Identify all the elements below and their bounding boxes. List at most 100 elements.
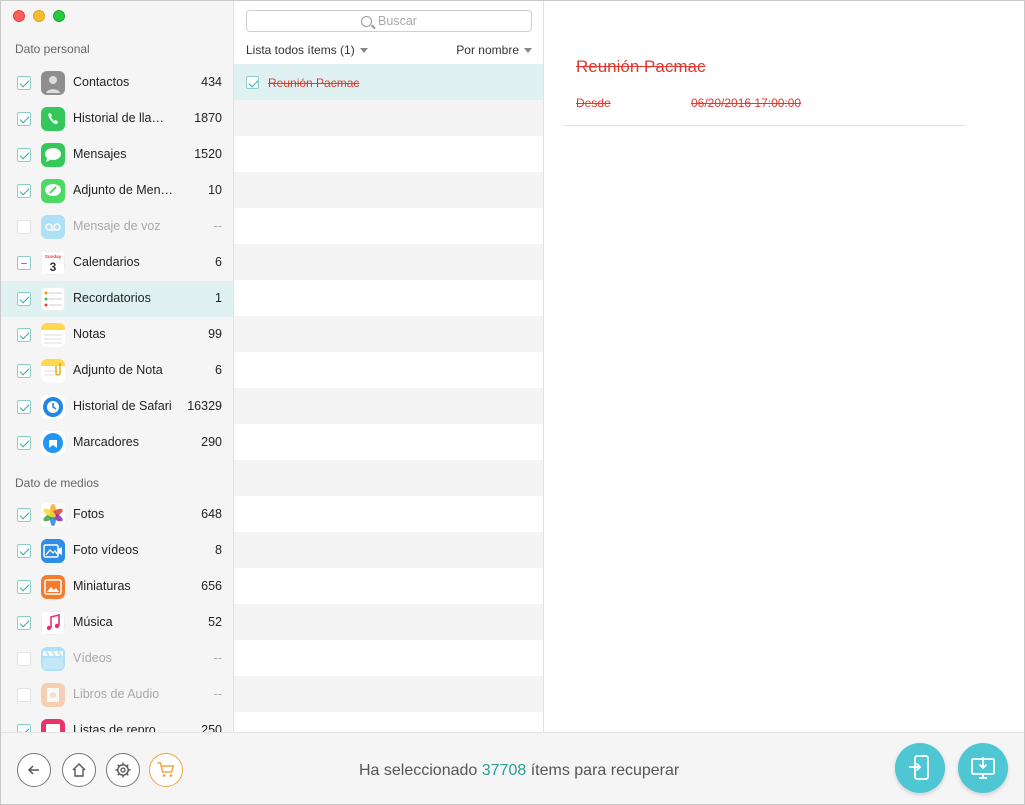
sidebar-item-label: Contactos [73,75,130,89]
sidebar-item-label: Historial de lla… [73,111,165,125]
home-button[interactable] [62,753,96,787]
search-input[interactable]: Buscar [246,10,532,32]
cart-button[interactable] [149,753,183,787]
sidebar-item[interactable]: Miniaturas 656 [1,569,233,605]
category-checkbox[interactable] [17,616,31,630]
sidebar-item[interactable]: Música 52 [1,605,233,641]
list-item[interactable]: Reunión Pacmac [234,64,543,100]
gear-icon [115,762,131,778]
empty-row [234,208,543,244]
sidebar-item[interactable]: Sunday 3 Calendarios 6 [1,245,233,281]
sidebar-item[interactable]: Mensaje de voz -- [1,209,233,245]
calendar-icon: Sunday 3 [41,251,65,275]
list-header: Lista todos ítems (1) Por nombre [246,43,532,61]
list-filter-label: Lista todos ítems (1) [246,43,355,57]
sidebar-item[interactable]: Foto vídeos 8 [1,533,233,569]
detail-from-label: Desde [576,96,611,110]
sidebar-item-label: Adjunto de Men… [73,183,174,197]
recover-to-computer-button[interactable] [958,743,1008,793]
sidebar-item[interactable]: Notas 99 [1,317,233,353]
sidebar-item-count: 6 [215,363,222,377]
sidebar-item-label: Listas de repro… [73,723,169,732]
sidebar-item[interactable]: Vídeos -- [1,641,233,677]
selected-count: 37708 [481,762,527,779]
chevron-down-icon [524,48,532,54]
sort-label: Por nombre [456,43,519,57]
empty-row [234,424,543,460]
category-checkbox[interactable] [17,148,31,162]
search-icon [361,15,373,27]
sidebar-item-label: Recordatorios [73,291,151,305]
home-icon [72,763,86,777]
category-checkbox[interactable] [17,328,31,342]
recover-to-computer-icon [971,757,995,779]
voicemail-icon [41,215,65,239]
recover-to-device-button[interactable] [895,743,945,793]
empty-row [234,172,543,208]
sidebar-item-label: Calendarios [73,255,140,269]
item-checkbox[interactable] [246,76,259,89]
sidebar-item[interactable]: Adjunto de Men… 10 [1,173,233,209]
arrow-left-icon [27,765,39,775]
message-attachment-icon [41,179,65,203]
item-list-pane: Buscar Lista todos ítems (1) Por nombre … [234,1,544,732]
cart-icon [157,762,175,777]
close-window-button[interactable] [13,10,25,22]
sidebar-item[interactable]: Libros de Audio -- [1,677,233,713]
empty-row [234,532,543,568]
notes-icon [41,323,65,347]
sidebar-item[interactable]: Adjunto de Nota 6 [1,353,233,389]
category-checkbox[interactable] [17,400,31,414]
window-controls [13,10,65,22]
sidebar-item[interactable]: Mensajes 1520 [1,137,233,173]
category-checkbox[interactable] [17,364,31,378]
settings-button[interactable] [106,753,140,787]
reminders-icon [41,287,65,311]
category-checkbox [17,688,31,702]
minimize-window-button[interactable] [33,10,45,22]
back-button[interactable] [17,753,51,787]
sidebar-item[interactable]: Historial de Safari 16329 [1,389,233,425]
photo-videos-icon [41,539,65,563]
category-checkbox[interactable] [17,184,31,198]
sidebar-item[interactable]: Fotos 648 [1,497,233,533]
sidebar-item[interactable]: Historial de lla… 1870 [1,101,233,137]
bookmarks-icon [41,431,65,455]
selection-status: Ha seleccionado 37708 ítems para recuper… [359,762,679,780]
category-checkbox[interactable] [17,544,31,558]
list-item-title: Reunión Pacmac [268,76,360,90]
sidebar-item-count: 10 [208,183,222,197]
personal-data-heading: Dato personal [15,42,90,56]
sidebar-item-count: 6 [215,255,222,269]
sidebar-item-count: 648 [201,507,222,521]
sidebar-item-count: 656 [201,579,222,593]
sidebar-item[interactable]: Contactos 434 [1,65,233,101]
category-checkbox[interactable] [17,256,31,270]
bottom-toolbar: Ha seleccionado 37708 ítems para recuper… [1,732,1024,804]
phone-icon [41,107,65,131]
sidebar-item[interactable]: Listas de repro… 250 [1,713,233,732]
thumbnails-icon [41,575,65,599]
empty-row [234,460,543,496]
sidebar-item[interactable]: Recordatorios 1 [1,281,233,317]
sidebar-item[interactable]: Marcadores 290 [1,425,233,461]
sidebar-item-label: Música [73,615,113,629]
category-checkbox[interactable] [17,508,31,522]
category-checkbox[interactable] [17,76,31,90]
zoom-window-button[interactable] [53,10,65,22]
category-checkbox[interactable] [17,436,31,450]
list-filter-dropdown[interactable]: Lista todos ítems (1) [246,43,368,57]
category-checkbox[interactable] [17,580,31,594]
category-checkbox[interactable] [17,292,31,306]
safari-history-icon [41,395,65,419]
sidebar-item-count: 434 [201,75,222,89]
category-checkbox[interactable] [17,724,31,732]
sidebar-item-label: Marcadores [73,435,139,449]
sidebar-item-count: 250 [201,723,222,732]
item-list: Reunión Pacmac [234,64,543,748]
media-data-heading: Dato de medios [15,476,100,490]
sidebar-item-count: 8 [215,543,222,557]
category-checkbox[interactable] [17,112,31,126]
sidebar-item-label: Libros de Audio [73,687,160,701]
sort-dropdown[interactable]: Por nombre [456,43,532,57]
